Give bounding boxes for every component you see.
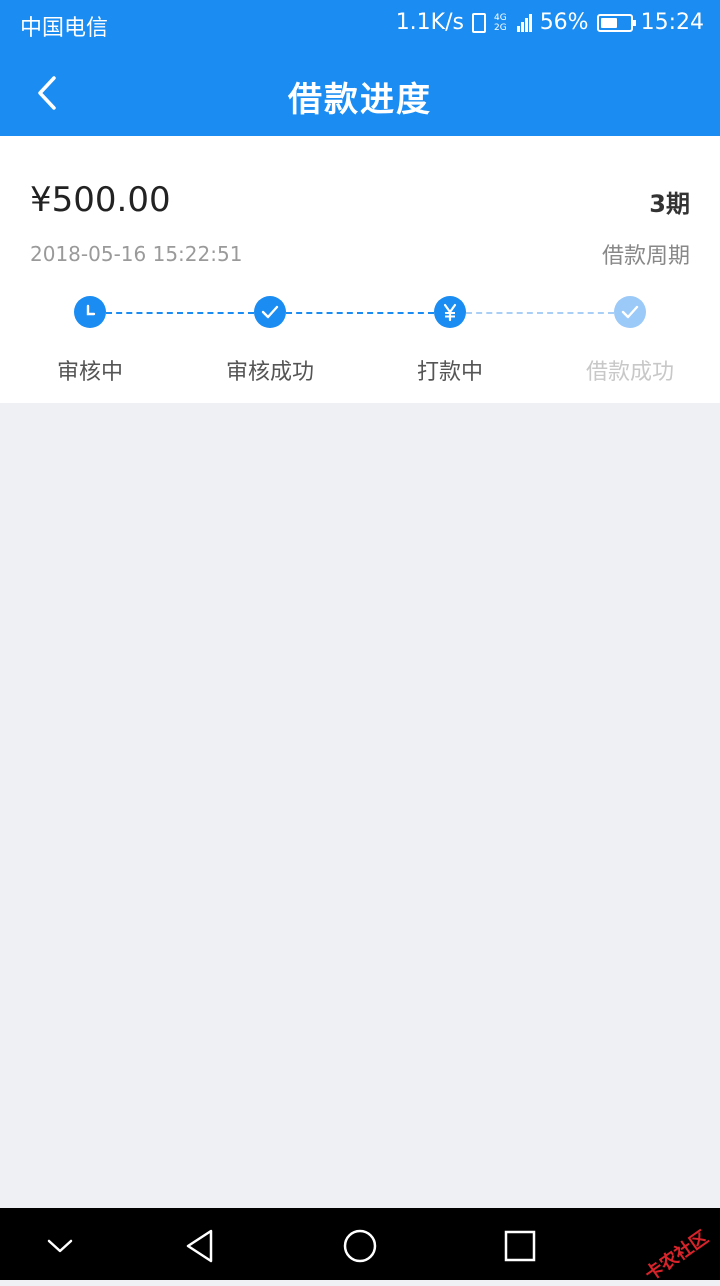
nav-back-button[interactable] [180,1226,220,1266]
step-label-review-success: 审核成功 [225,360,314,385]
network-type: 4G 2G [494,13,507,33]
network-speed: 1.1K/s [395,10,464,35]
check-icon [621,305,639,319]
loan-datetime: 2018-05-16 15:22:51 [30,242,243,266]
network-type-top: 4G [493,12,507,23]
clock-time: 15:24 [640,10,704,35]
network-type-bottom: 2G [493,22,507,33]
progress-steps: 审核中 审核成功 打款中 借款成功 [0,296,720,396]
loan-progress-card: ¥500.00 2018-05-16 15:22:51 3期 借款周期 审核中 … [0,136,720,403]
yen-icon [443,303,457,322]
step-node-loan-success [614,296,646,328]
battery-icon [596,13,636,32]
signal-icon [516,13,532,32]
system-nav-bar: 卡农社区 [0,1208,720,1285]
page-title: 借款进度 [288,80,432,120]
vibrate-icon [471,12,486,33]
status-icons: 1.1K/s 4G 2G 56% 15:24 [396,10,704,35]
app-bar: 借款进度 [0,50,720,136]
step-label-reviewing: 审核中 [56,360,123,385]
status-bar: 中国电信 1.1K/s 4G 2G 56% 15:24 [0,0,720,50]
loan-period-label: 借款周期 [601,244,690,269]
home-circle-icon [343,1229,377,1263]
hide-nav-button[interactable] [40,1226,80,1266]
progress-connector [466,312,614,314]
step-label-loan-success: 借款成功 [585,360,674,385]
progress-connector [106,312,254,314]
watermark-logo: 卡农社区 [641,1226,713,1286]
chevron-down-icon [47,1239,73,1253]
carrier-name: 中国电信 [20,16,109,41]
step-node-reviewing [74,296,106,328]
progress-connector [286,312,434,314]
step-node-paying [434,296,466,328]
recents-square-icon [504,1230,536,1262]
nav-recents-button[interactable] [500,1226,540,1266]
back-triangle-icon [186,1229,213,1263]
loan-period: 3期 [649,190,690,218]
step-label-paying: 打款中 [416,360,483,385]
clock-icon [86,304,96,316]
step-node-review-success [254,296,286,328]
nav-home-button[interactable] [340,1226,380,1266]
check-icon [261,305,279,319]
loan-amount: ¥500.00 [30,180,171,220]
battery-percent: 56% [539,10,589,35]
